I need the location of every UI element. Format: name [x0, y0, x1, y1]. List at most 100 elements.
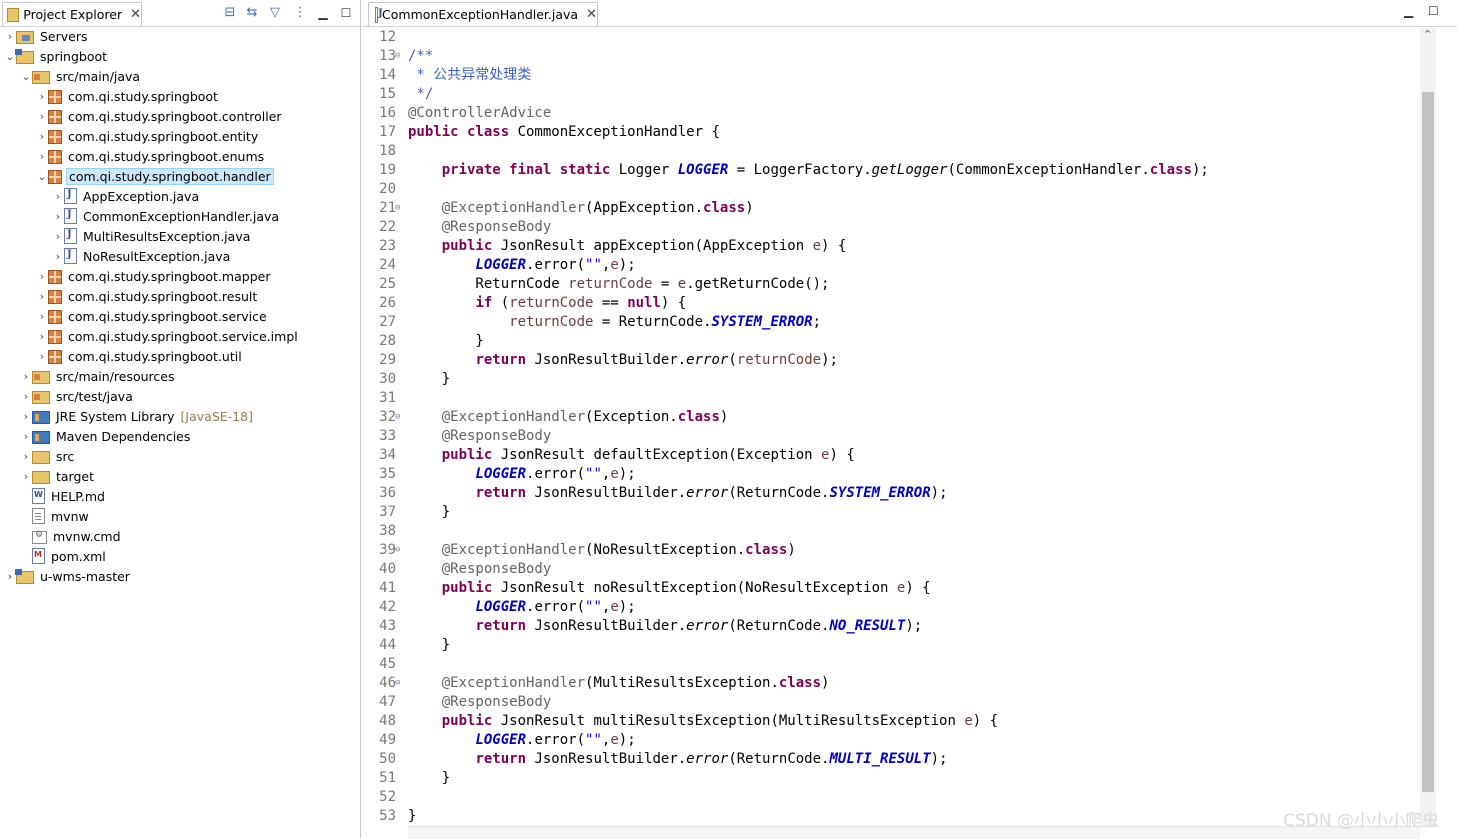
scrollbar-thumb[interactable] — [1422, 92, 1434, 792]
tree-item[interactable]: › target — [0, 466, 380, 486]
close-icon[interactable]: ✕ — [586, 7, 597, 22]
code-line[interactable]: 31 — [362, 389, 1420, 408]
tree-item[interactable]: ⌄ springboot — [0, 46, 364, 66]
code-line[interactable]: 36 return JsonResultBuilder.error(Return… — [362, 484, 1420, 503]
tab-project-explorer[interactable]: Project Explorer ✕ — [2, 2, 142, 26]
code-line[interactable]: 51 } — [362, 769, 1420, 788]
code-line[interactable]: 42 LOGGER.error("",e); — [362, 598, 1420, 617]
code-line[interactable]: 21 ⊖ @ExceptionHandler(AppException.class… — [362, 199, 1420, 218]
code-line[interactable]: 27 returnCode = ReturnCode.SYSTEM_ERROR; — [362, 313, 1420, 332]
code-line[interactable]: 19 private final static Logger LOGGER = … — [362, 161, 1420, 180]
tree-item[interactable]: › CommonExceptionHandler.java — [0, 206, 412, 226]
filter-icon[interactable]: ▽ — [267, 5, 283, 21]
chevron-right-icon[interactable]: › — [4, 30, 16, 43]
chevron-right-icon[interactable]: › — [52, 250, 64, 263]
tree-item[interactable]: › Servers — [0, 26, 364, 46]
tree-item[interactable]: ⌄ src/main/java — [0, 66, 380, 86]
tree-item[interactable]: › MultiResultsException.java — [0, 226, 412, 246]
chevron-right-icon[interactable]: › — [36, 130, 48, 143]
tree-item[interactable]: › src/main/resources — [0, 366, 380, 386]
link-with-editor-icon[interactable]: ⇆ — [244, 5, 260, 21]
chevron-down-icon[interactable]: ⌄ — [36, 170, 48, 183]
chevron-right-icon[interactable]: › — [52, 210, 64, 223]
chevron-right-icon[interactable]: › — [36, 110, 48, 123]
tree-item[interactable]: › com.qi.study.springboot.controller — [0, 106, 396, 126]
code-line[interactable]: 24 LOGGER.error("",e); — [362, 256, 1420, 275]
chevron-right-icon[interactable]: › — [52, 190, 64, 203]
tree-item[interactable]: › AppException.java — [0, 186, 412, 206]
chevron-right-icon[interactable]: › — [20, 430, 32, 443]
chevron-right-icon[interactable]: › — [36, 90, 48, 103]
chevron-right-icon[interactable]: › — [20, 390, 32, 403]
view-menu-icon[interactable]: ⋮ — [292, 5, 308, 21]
code-line[interactable]: 18 — [362, 142, 1420, 161]
chevron-right-icon[interactable]: › — [36, 310, 48, 323]
code-line[interactable]: 34 public JsonResult defaultException(Ex… — [362, 446, 1420, 465]
chevron-right-icon[interactable]: › — [20, 370, 32, 383]
code-line[interactable]: 45 — [362, 655, 1420, 674]
chevron-right-icon[interactable]: › — [36, 150, 48, 163]
chevron-right-icon[interactable]: › — [36, 350, 48, 363]
tree-item[interactable]: › com.qi.study.springboot.result — [0, 286, 396, 306]
code-line[interactable]: 26 if (returnCode == null) { — [362, 294, 1420, 313]
tree-item[interactable]: mvnw.cmd — [0, 526, 380, 546]
code-line[interactable]: 47 @ResponseBody — [362, 693, 1420, 712]
maximize-icon[interactable]: ☐ — [1428, 4, 1439, 18]
code-line[interactable]: 23 public JsonResult appException(AppExc… — [362, 237, 1420, 256]
tree-item[interactable]: › com.qi.study.springboot.enums — [0, 146, 396, 166]
code-line[interactable]: 39 ⊖ @ExceptionHandler(NoResultException.… — [362, 541, 1420, 560]
code-line[interactable]: 22 @ResponseBody — [362, 218, 1420, 237]
code-line[interactable]: 20 — [362, 180, 1420, 199]
chevron-down-icon[interactable]: ⌄ — [20, 70, 32, 83]
code-line[interactable]: 28 } — [362, 332, 1420, 351]
code-line[interactable]: 12 — [362, 28, 1420, 47]
code-line[interactable]: 37 } — [362, 503, 1420, 522]
close-icon[interactable]: ✕ — [130, 7, 141, 22]
chevron-right-icon[interactable]: › — [36, 290, 48, 303]
tree-item[interactable]: › Maven Dependencies — [0, 426, 380, 446]
tree-item[interactable]: › u-wms-master — [0, 566, 364, 586]
code-line[interactable]: 14 * 公共异常处理类 — [362, 66, 1420, 85]
tree-item[interactable]: › src/test/java — [0, 386, 380, 406]
code-line[interactable]: 25 ReturnCode returnCode = e.getReturnCo… — [362, 275, 1420, 294]
tree-item[interactable]: › com.qi.study.springboot.service — [0, 306, 396, 326]
chevron-right-icon[interactable]: › — [52, 230, 64, 243]
tree-item[interactable]: › src — [0, 446, 380, 466]
tree-item[interactable]: ⌄ com.qi.study.springboot.handler — [0, 166, 396, 186]
chevron-right-icon[interactable]: › — [36, 270, 48, 283]
scroll-up-icon[interactable]: ⌃ — [1423, 28, 1432, 41]
code-line[interactable]: 13 ⊖/** — [362, 47, 1420, 66]
code-line[interactable]: 35 LOGGER.error("",e); — [362, 465, 1420, 484]
horizontal-scrollbar[interactable] — [408, 826, 1420, 839]
fold-collapse-icon[interactable]: ⊖ — [395, 541, 405, 560]
tree-item[interactable]: › com.qi.study.springboot.service.impl — [0, 326, 396, 346]
code-line[interactable]: 44 } — [362, 636, 1420, 655]
code-line[interactable]: 15 */ — [362, 85, 1420, 104]
code-line[interactable]: 52 — [362, 788, 1420, 807]
code-line[interactable]: 53} — [362, 807, 1420, 826]
tree-item[interactable]: › com.qi.study.springboot.mapper — [0, 266, 396, 286]
code-line[interactable]: 30 } — [362, 370, 1420, 389]
collapse-all-icon[interactable]: ⊟ — [222, 5, 238, 21]
minimize-icon[interactable]: ▁ — [1404, 4, 1413, 18]
code-line[interactable]: 46 ⊖ @ExceptionHandler(MultiResultsExcept… — [362, 674, 1420, 693]
minimize-icon[interactable]: ▁ — [315, 5, 331, 21]
tree-item[interactable]: pom.xml — [0, 546, 380, 566]
code-line[interactable]: 33 @ResponseBody — [362, 427, 1420, 446]
chevron-right-icon[interactable]: › — [20, 410, 32, 423]
code-line[interactable]: 49 LOGGER.error("",e); — [362, 731, 1420, 750]
tree-item[interactable]: › com.qi.study.springboot — [0, 86, 396, 106]
chevron-right-icon[interactable]: › — [20, 470, 32, 483]
tree-item[interactable]: mvnw — [0, 506, 380, 526]
code-line[interactable]: 43 return JsonResultBuilder.error(Return… — [362, 617, 1420, 636]
tree-item[interactable]: HELP.md — [0, 486, 380, 506]
code-line[interactable]: 29 return JsonResultBuilder.error(return… — [362, 351, 1420, 370]
code-line[interactable]: 41 public JsonResult noResultException(N… — [362, 579, 1420, 598]
code-line[interactable]: 40 @ResponseBody — [362, 560, 1420, 579]
chevron-right-icon[interactable]: › — [36, 330, 48, 343]
fold-collapse-icon[interactable]: ⊖ — [395, 408, 405, 427]
code-line[interactable]: 32 ⊖ @ExceptionHandler(Exception.class) — [362, 408, 1420, 427]
tree-item[interactable]: › JRE System Library [JavaSE-18] — [0, 406, 380, 426]
code-area[interactable]: 12 13 ⊖/** 14 * 公共异常处理类 15 */16 @ControllerAd… — [362, 28, 1420, 828]
code-line[interactable]: 17 public class CommonExceptionHandler { — [362, 123, 1420, 142]
